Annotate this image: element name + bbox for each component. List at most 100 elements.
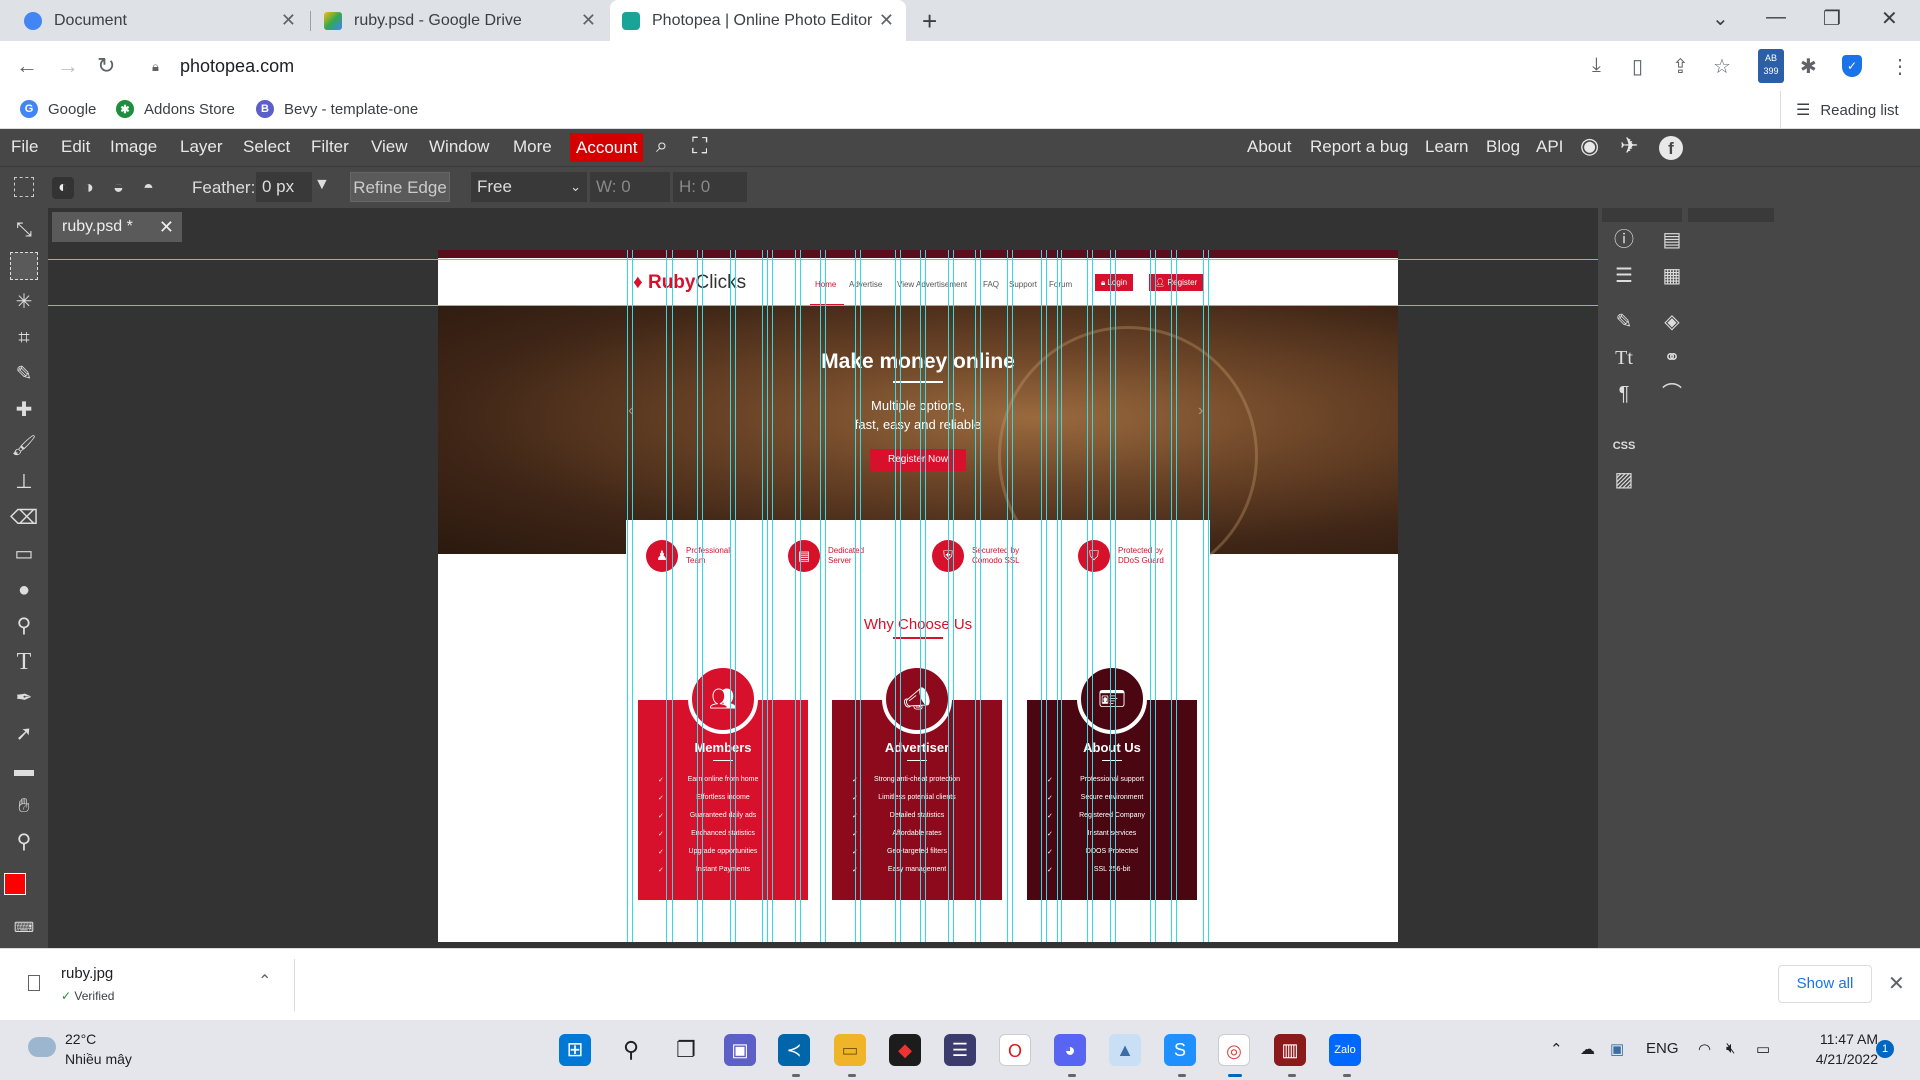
selection-add-icon[interactable]: ◑ bbox=[83, 177, 94, 198]
vertical-guide[interactable] bbox=[925, 250, 926, 942]
vertical-guide[interactable] bbox=[948, 250, 949, 942]
file-explorer-icon[interactable]: ▭ bbox=[834, 1034, 866, 1066]
browser-menu-kebab-icon[interactable]: ⋮ bbox=[1890, 54, 1910, 79]
channels-icon[interactable]: ⚭ bbox=[1658, 344, 1686, 372]
adjustments-icon[interactable]: ☰ bbox=[1610, 262, 1638, 290]
vertical-guide[interactable] bbox=[672, 250, 673, 942]
wifi-icon[interactable]: ◠ bbox=[1698, 1040, 1711, 1058]
crop-tool-icon[interactable]: ⌗ bbox=[10, 324, 38, 352]
vertical-guide[interactable] bbox=[1150, 250, 1151, 942]
width-field[interactable]: W: 0 bbox=[590, 172, 670, 202]
close-window-button[interactable]: ✕ bbox=[1881, 6, 1898, 31]
move-tool-icon[interactable]: ⤡ bbox=[10, 216, 38, 244]
shape-tool-icon[interactable]: ▬ bbox=[10, 756, 38, 784]
menu-learn[interactable]: Learn bbox=[1425, 137, 1468, 157]
vertical-guide[interactable] bbox=[1046, 250, 1047, 942]
vertical-guide[interactable] bbox=[697, 250, 698, 942]
vertical-guide[interactable] bbox=[1208, 250, 1209, 942]
type-tool-icon[interactable]: T bbox=[10, 648, 38, 676]
chevron-up-icon[interactable]: ⌃ bbox=[258, 971, 271, 991]
weather-cloud-icon[interactable] bbox=[28, 1037, 56, 1057]
history-icon[interactable]: ▤ bbox=[1658, 226, 1686, 254]
vertical-guide[interactable] bbox=[1203, 250, 1204, 942]
vertical-guide[interactable] bbox=[1171, 250, 1172, 942]
vertical-guide[interactable] bbox=[1155, 250, 1156, 942]
page-icon[interactable]: ▯ bbox=[1632, 54, 1643, 79]
twitter-icon[interactable]: ✈ bbox=[1620, 133, 1638, 159]
maximize-button[interactable]: ❐ bbox=[1823, 6, 1841, 31]
install-app-icon[interactable]: ⤓ bbox=[1592, 54, 1601, 77]
eclipse-icon[interactable]: ☰ bbox=[944, 1034, 976, 1066]
vertical-guide[interactable] bbox=[1007, 250, 1008, 942]
menu-file[interactable]: File bbox=[11, 137, 38, 157]
browser-tab-photopea[interactable]: Photopea | Online Photo Editor ✕ bbox=[610, 0, 906, 41]
dodge-tool-icon[interactable]: ⚲ bbox=[10, 612, 38, 640]
menu-image[interactable]: Image bbox=[110, 137, 157, 157]
vertical-guide[interactable] bbox=[855, 250, 856, 942]
photos-icon[interactable]: ▲ bbox=[1109, 1034, 1141, 1066]
document-tab[interactable]: ruby.psd * ✕ bbox=[52, 212, 182, 242]
clone-stamp-icon[interactable]: ⊥ bbox=[10, 468, 38, 496]
skype-icon[interactable]: S bbox=[1164, 1034, 1196, 1066]
foreground-color-swatch[interactable] bbox=[4, 873, 26, 895]
zalo-icon[interactable]: Zalo bbox=[1329, 1034, 1361, 1066]
new-tab-button[interactable]: + bbox=[922, 6, 937, 37]
browser-tab-document[interactable]: Document ✕ bbox=[12, 0, 308, 41]
menu-about[interactable]: About bbox=[1247, 137, 1291, 157]
onedrive-icon[interactable]: ☁ bbox=[1580, 1040, 1595, 1058]
volume-muted-icon[interactable]: 🔇︎ bbox=[1726, 1040, 1735, 1057]
close-tab-icon[interactable]: ✕ bbox=[281, 10, 296, 31]
vertical-guide[interactable] bbox=[1061, 250, 1062, 942]
paths-icon[interactable]: ⌒ bbox=[1658, 380, 1686, 408]
vertical-guide[interactable] bbox=[820, 250, 821, 942]
tab-search-chevron-icon[interactable]: ⌄ bbox=[1712, 6, 1729, 31]
account-button[interactable]: Account bbox=[570, 133, 644, 162]
vertical-guide[interactable] bbox=[800, 250, 801, 942]
vertical-guide[interactable] bbox=[1057, 250, 1058, 942]
game-app-icon[interactable]: ◆ bbox=[889, 1034, 921, 1066]
browser-tab-drive[interactable]: ruby.psd - Google Drive ✕ bbox=[312, 0, 608, 41]
gradient-tool-icon[interactable]: ▭ bbox=[10, 540, 38, 568]
swatches-icon[interactable]: ▦ bbox=[1658, 262, 1686, 290]
close-tab-icon[interactable]: ✕ bbox=[581, 10, 596, 31]
vertical-guide[interactable] bbox=[975, 250, 976, 942]
close-download-bar-icon[interactable]: ✕ bbox=[1888, 971, 1905, 996]
download-filename[interactable]: ruby.jpg bbox=[61, 965, 113, 982]
menu-more[interactable]: More bbox=[513, 137, 552, 157]
vertical-guide[interactable] bbox=[1115, 250, 1116, 942]
image-panel-icon[interactable]: ▨ bbox=[1610, 466, 1638, 494]
menu-edit[interactable]: Edit bbox=[61, 137, 90, 157]
app-tray-icon[interactable]: ▣ bbox=[1610, 1040, 1624, 1058]
opera-icon[interactable]: O bbox=[999, 1034, 1031, 1066]
tray-overflow-icon[interactable]: ⌃ bbox=[1550, 1040, 1563, 1058]
refine-edge-button[interactable]: Refine Edge bbox=[350, 172, 450, 202]
menu-layer[interactable]: Layer bbox=[180, 137, 223, 157]
vertical-guide[interactable] bbox=[920, 250, 921, 942]
clock-time[interactable]: 11:47 AM bbox=[1806, 1031, 1878, 1047]
menu-window[interactable]: Window bbox=[429, 137, 489, 157]
discord-icon[interactable]: ◕ bbox=[1054, 1034, 1086, 1066]
vertical-guide[interactable] bbox=[900, 250, 901, 942]
adblock-extension-icon[interactable]: AB 399 bbox=[1758, 49, 1784, 83]
language-indicator[interactable]: ENG bbox=[1646, 1040, 1679, 1057]
reload-icon[interactable]: ↻ bbox=[97, 53, 115, 79]
vertical-guide[interactable] bbox=[825, 250, 826, 942]
selection-subtract-icon[interactable]: ◒ bbox=[113, 177, 124, 198]
vertical-guide[interactable] bbox=[1092, 250, 1093, 942]
hand-tool-icon[interactable]: ✋︎ bbox=[10, 792, 38, 820]
extensions-puzzle-icon[interactable]: ✱ bbox=[1800, 54, 1817, 79]
blur-tool-icon[interactable]: ● bbox=[10, 576, 38, 604]
task-view-icon[interactable]: ❐ bbox=[670, 1034, 702, 1066]
fullscreen-icon[interactable]: ⛶ bbox=[692, 133, 707, 159]
feather-input[interactable]: 0 px bbox=[256, 172, 312, 202]
path-select-icon[interactable]: ➚ bbox=[10, 720, 38, 748]
keyboard-icon[interactable]: ⌨ bbox=[10, 913, 38, 941]
notification-badge[interactable]: 1 bbox=[1876, 1040, 1894, 1058]
healing-brush-icon[interactable]: ✚ bbox=[10, 396, 38, 424]
facebook-icon[interactable]: f bbox=[1659, 136, 1683, 160]
vertical-guide[interactable] bbox=[627, 250, 628, 942]
vertical-guide[interactable] bbox=[1012, 250, 1013, 942]
menu-select[interactable]: Select bbox=[243, 137, 290, 157]
vertical-guide[interactable] bbox=[1041, 250, 1042, 942]
menu-blog[interactable]: Blog bbox=[1486, 137, 1520, 157]
